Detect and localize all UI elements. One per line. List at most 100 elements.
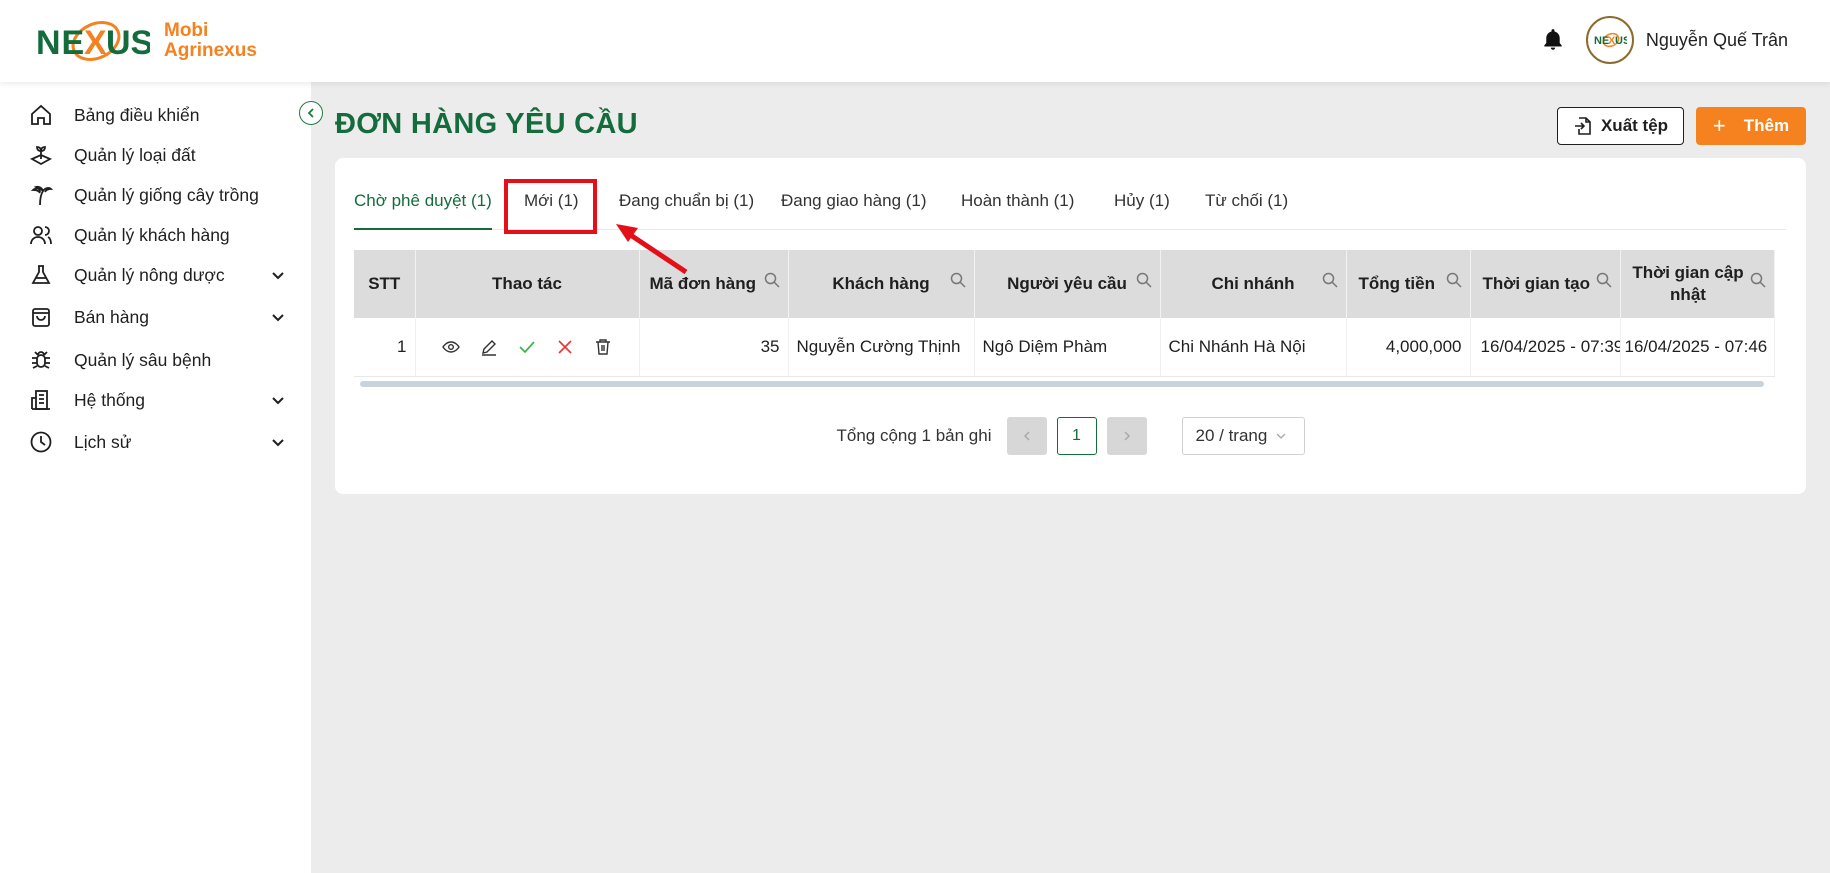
export-icon	[1574, 117, 1591, 135]
sidebar-item-history[interactable]: Lịch sử	[28, 425, 298, 459]
pagination: Tổng cộng 1 bản ghi 1 20 / trang	[335, 416, 1806, 456]
chevron-down-icon	[1276, 433, 1286, 439]
sidebar-item-plant[interactable]: Quản lý giống cây trồng	[28, 178, 298, 212]
chevron-left-icon	[307, 108, 314, 118]
svg-text:NE: NE	[36, 24, 85, 62]
sidebar-item-label: Hệ thống	[74, 389, 146, 410]
tab-rejected[interactable]: Từ chối (1)	[1205, 190, 1288, 230]
column-header-label: Thao tác	[492, 274, 562, 293]
cell-total: 4,000,000	[1346, 318, 1471, 377]
chevron-down-icon	[272, 397, 284, 405]
sidebar-item-label: Quản lý sâu bệnh	[74, 349, 212, 370]
column-header-label: Người yêu cầu	[1007, 274, 1127, 293]
sidebar-item-pests[interactable]: Quản lý sâu bệnh	[28, 343, 298, 377]
chevron-right-icon	[1123, 431, 1130, 441]
avatar[interactable]: NE X US	[1585, 16, 1634, 64]
sidebar-item-label: Bảng điều khiển	[74, 104, 200, 125]
approve-check-icon[interactable]	[518, 338, 536, 356]
orders-table: STT Thao tác Mã đơn hàng Khách hàng Ngườ…	[354, 250, 1786, 390]
edit-icon[interactable]	[480, 338, 498, 356]
sidebar-item-dashboard[interactable]: Bảng điều khiển	[28, 98, 298, 132]
chevron-down-icon	[272, 272, 284, 280]
sidebar-item-label: Bán hàng	[74, 306, 149, 327]
cell-actions	[415, 318, 640, 377]
column-header-customer: Khách hàng	[788, 250, 975, 318]
search-icon[interactable]	[1136, 272, 1152, 288]
total-records: Tổng cộng 1 bản ghi	[836, 426, 992, 445]
sidebar-item-label: Lịch sử	[74, 431, 132, 452]
svg-text:US: US	[106, 24, 150, 62]
tab-completed[interactable]: Hoàn thành (1)	[961, 190, 1074, 230]
svg-text:US: US	[1615, 35, 1627, 47]
add-button-label: Thêm	[1743, 116, 1790, 135]
cell-branch: Chi Nhánh Hà Nội	[1160, 318, 1347, 377]
username[interactable]: Nguyễn Quế Trân	[1646, 30, 1788, 51]
sidebar-item-system[interactable]: Hệ thống	[28, 383, 298, 417]
horizontal-scrollbar[interactable]	[360, 381, 1764, 387]
search-icon[interactable]	[950, 272, 966, 288]
sidebar-item-label: Quản lý loại đất	[74, 144, 196, 165]
sidebar-item-pesticides[interactable]: Quản lý nông dược	[28, 258, 298, 292]
clock-icon	[28, 429, 54, 455]
view-icon[interactable]	[442, 338, 460, 356]
next-page-button[interactable]	[1106, 417, 1147, 455]
column-header-label: STT	[368, 274, 401, 293]
search-icon[interactable]	[764, 272, 780, 288]
cell-order-id: 35	[639, 318, 789, 377]
search-icon[interactable]	[1446, 272, 1462, 288]
cell-stt: 1	[354, 318, 416, 377]
chevron-left-icon	[1023, 431, 1030, 441]
column-header-total: Tổng tiền	[1346, 250, 1471, 318]
column-header-label: Tổng tiền	[1358, 274, 1435, 293]
delete-icon[interactable]	[594, 338, 612, 356]
top-header: NE X US Mobi Agrinexus NE X US Nguyễn Qu…	[0, 0, 1830, 82]
sidebar-collapse-button[interactable]	[299, 101, 323, 125]
plus-icon: +	[1712, 113, 1726, 138]
column-header-label: Khách hàng	[832, 274, 930, 293]
reject-close-icon[interactable]	[556, 338, 574, 356]
sidebar-item-soil[interactable]: Quản lý loại đất	[28, 138, 298, 172]
sidebar-item-customers[interactable]: Quản lý khách hàng	[28, 218, 298, 252]
cell-requester: Ngô Diệm Phàm	[974, 318, 1161, 377]
shopping-bag-icon	[28, 304, 54, 330]
page-size-value: 20 / trang	[1195, 426, 1268, 445]
cell-created: 16/04/2025 - 07:39	[1470, 318, 1621, 377]
user-area: NE X US Nguyễn Quế Trân	[1540, 16, 1788, 64]
column-header-actions: Thao tác	[415, 250, 640, 318]
svg-text:NE: NE	[1594, 35, 1609, 47]
tab-cancelled[interactable]: Hủy (1)	[1114, 190, 1170, 230]
tab-delivering[interactable]: Đang giao hàng (1)	[781, 190, 927, 230]
home-icon	[28, 102, 54, 128]
sidebar: Bảng điều khiển Quản lý loại đất Quản lý…	[0, 82, 311, 873]
export-button-label: Xuất tệp	[1600, 116, 1669, 135]
page-number-button[interactable]: 1	[1056, 417, 1097, 455]
column-header-stt: STT	[354, 250, 416, 318]
prev-page-button[interactable]	[1006, 417, 1047, 455]
annotation-arrow-icon	[616, 224, 688, 275]
column-header-branch: Chi nhánh	[1160, 250, 1347, 318]
add-button[interactable]: + Thêm	[1696, 107, 1806, 145]
chevron-down-icon	[272, 439, 284, 447]
table-row[interactable]: 1 35 Nguyễn Cường Thịnh Ngô Diệm Phàm Ch…	[354, 318, 1775, 377]
users-icon	[28, 222, 54, 248]
sidebar-item-sales[interactable]: Bán hàng	[28, 300, 298, 334]
sidebar-item-label: Quản lý nông dược	[74, 264, 225, 285]
search-icon[interactable]	[1322, 272, 1338, 288]
flask-icon	[28, 262, 54, 288]
page-title: ĐƠN HÀNG YÊU CẦU	[335, 108, 638, 140]
search-icon[interactable]	[1596, 272, 1612, 288]
app-logo[interactable]: NE X US Mobi Agrinexus	[34, 14, 257, 68]
app-name-line1: Mobi	[164, 20, 209, 41]
page-size-select[interactable]: 20 / trang	[1181, 417, 1305, 455]
bell-icon[interactable]	[1540, 27, 1566, 53]
svg-text:X: X	[84, 24, 107, 62]
soil-icon	[28, 142, 54, 168]
tab-pending-approval[interactable]: Chờ phê duyệt (1)	[354, 190, 492, 230]
export-button[interactable]: Xuất tệp	[1557, 107, 1684, 145]
building-icon	[28, 387, 54, 413]
column-header-created: Thời gian tạo	[1470, 250, 1621, 318]
app-name-line2: Agrinexus	[164, 40, 257, 61]
bug-icon	[28, 347, 54, 373]
search-icon[interactable]	[1750, 272, 1766, 288]
plant-icon	[28, 182, 54, 208]
